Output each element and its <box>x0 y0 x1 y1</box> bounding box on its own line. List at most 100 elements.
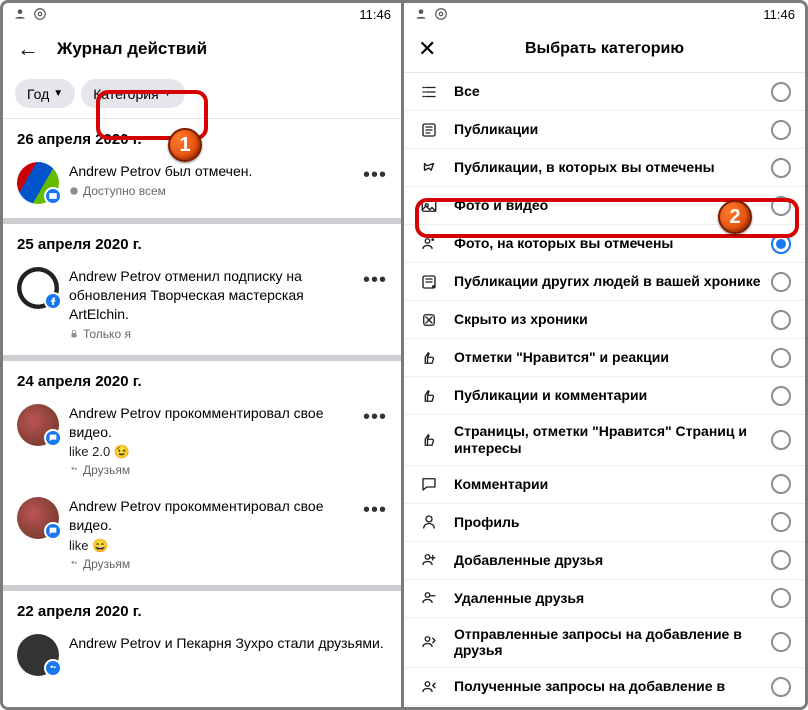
category-filter-label: Категория <box>93 86 158 102</box>
more-icon[interactable]: ••• <box>363 404 387 429</box>
date-header: 22 апреля 2020 г. <box>3 591 401 628</box>
category-icon <box>418 235 440 253</box>
category-label: Полученные запросы на добавление в <box>454 670 771 703</box>
category-option[interactable]: Все <box>404 73 805 111</box>
category-icon <box>418 513 440 531</box>
category-label: Отметки "Нравится" и реакции <box>454 341 771 374</box>
log-entry[interactable]: Andrew Petrov отменил подписку на обновл… <box>3 261 401 355</box>
category-icon <box>418 475 440 493</box>
category-label: Все <box>454 75 771 108</box>
category-label: Отправленные запросы на добавление в дру… <box>454 618 771 668</box>
friends-badge-icon <box>44 659 62 677</box>
log-entry[interactable]: Andrew Petrov прокомментировал свое виде… <box>3 491 401 585</box>
friends-icon <box>69 465 79 475</box>
category-label: Добавленные друзья <box>454 544 771 577</box>
avatar <box>17 162 59 204</box>
lock-icon <box>69 329 79 339</box>
visibility-label: Доступно всем <box>83 184 166 198</box>
category-option[interactable]: Публикации других людей в вашей хронике <box>404 263 805 301</box>
more-icon[interactable]: ••• <box>363 267 387 292</box>
category-label: Комментарии <box>454 468 771 501</box>
year-filter-chip[interactable]: Год ▼ <box>15 79 75 108</box>
category-option[interactable]: Публикации, в которых вы отмечены <box>404 149 805 187</box>
entry-visibility: Друзьям <box>69 557 353 571</box>
clock: 11:46 <box>359 7 391 22</box>
radio-icon[interactable] <box>771 348 791 368</box>
status-bar: 11:46 <box>3 3 401 25</box>
chevron-down-icon: ▼ <box>53 88 63 99</box>
radio-icon[interactable] <box>771 158 791 178</box>
friends-icon <box>69 559 79 569</box>
category-icon <box>418 349 440 367</box>
category-option[interactable]: Комментарии <box>404 466 805 504</box>
radio-icon[interactable] <box>771 632 791 652</box>
category-icon <box>418 387 440 405</box>
category-list[interactable]: ВсеПубликацииПубликации, в которых вы от… <box>404 73 805 707</box>
entry-comment: like 😄 <box>69 538 353 554</box>
category-option[interactable]: Отметки "Нравится" и реакции <box>404 339 805 377</box>
visibility-label: Друзьям <box>83 463 130 477</box>
category-icon <box>418 431 440 449</box>
entry-comment: like 2.0 😉 <box>69 444 353 460</box>
radio-icon[interactable] <box>771 234 791 254</box>
category-option[interactable]: Публикации <box>404 111 805 149</box>
entry-visibility: Доступно всем <box>69 184 353 198</box>
entry-title: Andrew Petrov прокомментировал свое виде… <box>69 497 353 535</box>
page-header: ← Журнал действий <box>3 25 401 73</box>
log-entry[interactable]: Andrew Petrov был отмечен. Доступно всем… <box>3 156 401 218</box>
radio-icon[interactable] <box>771 272 791 292</box>
date-header: 24 апреля 2020 г. <box>3 361 401 398</box>
annotation-badge-1: 1 <box>168 128 202 162</box>
category-icon <box>418 589 440 607</box>
category-option[interactable]: Отправленные запросы на добавление в дру… <box>404 618 805 669</box>
chrome-icon <box>434 7 448 21</box>
radio-icon[interactable] <box>771 588 791 608</box>
category-label: Публикации, в которых вы отмечены <box>454 151 771 184</box>
category-label: Публикации и комментарии <box>454 379 771 412</box>
more-icon[interactable]: ••• <box>363 162 387 187</box>
log-entry[interactable]: Andrew Petrov прокомментировал свое виде… <box>3 398 401 492</box>
page-title: Журнал действий <box>57 39 207 59</box>
back-arrow-icon[interactable]: ← <box>17 36 39 62</box>
entry-title: Andrew Petrov отменил подписку на обновл… <box>69 267 353 324</box>
category-option[interactable]: Полученные запросы на добавление в <box>404 668 805 706</box>
more-icon[interactable]: ••• <box>363 497 387 522</box>
avatar <box>17 634 59 676</box>
category-option[interactable]: Добавленные друзья <box>404 542 805 580</box>
category-icon <box>418 83 440 101</box>
avatar <box>17 497 59 539</box>
radio-icon[interactable] <box>771 310 791 330</box>
radio-icon[interactable] <box>771 512 791 532</box>
annotation-badge-2: 2 <box>718 200 752 234</box>
category-icon <box>418 121 440 139</box>
entry-visibility: Только я <box>69 327 353 341</box>
category-icon <box>418 551 440 569</box>
entry-visibility: Друзьям <box>69 463 353 477</box>
close-icon[interactable]: ✕ <box>418 36 442 62</box>
entry-title: Andrew Petrov и Пекарня Зухро стали друз… <box>69 634 387 653</box>
category-option[interactable]: Страницы, отметки "Нравится" Страниц и и… <box>404 415 805 466</box>
radio-icon[interactable] <box>771 677 791 697</box>
globe-icon <box>69 186 79 196</box>
category-label: Профиль <box>454 506 771 539</box>
radio-icon[interactable] <box>771 550 791 570</box>
modal-header: ✕ Выбрать категорию <box>404 25 805 73</box>
category-option[interactable]: Профиль <box>404 504 805 542</box>
category-icon <box>418 311 440 329</box>
category-icon <box>418 633 440 651</box>
category-option[interactable]: Публикации и комментарии <box>404 377 805 415</box>
radio-icon[interactable] <box>771 386 791 406</box>
radio-icon[interactable] <box>771 430 791 450</box>
radio-icon[interactable] <box>771 474 791 494</box>
date-header: 25 апреля 2020 г. <box>3 224 401 261</box>
category-label: Скрыто из хроники <box>454 303 771 336</box>
chevron-down-icon: ▼ <box>163 88 173 99</box>
category-filter-chip[interactable]: Категория ▼ <box>81 79 184 108</box>
category-option[interactable]: Удаленные друзья <box>404 580 805 618</box>
radio-icon[interactable] <box>771 196 791 216</box>
category-option[interactable]: Скрыто из хроники <box>404 301 805 339</box>
avatar <box>17 404 59 446</box>
radio-icon[interactable] <box>771 82 791 102</box>
radio-icon[interactable] <box>771 120 791 140</box>
log-entry[interactable]: Andrew Petrov и Пекарня Зухро стали друз… <box>3 628 401 690</box>
